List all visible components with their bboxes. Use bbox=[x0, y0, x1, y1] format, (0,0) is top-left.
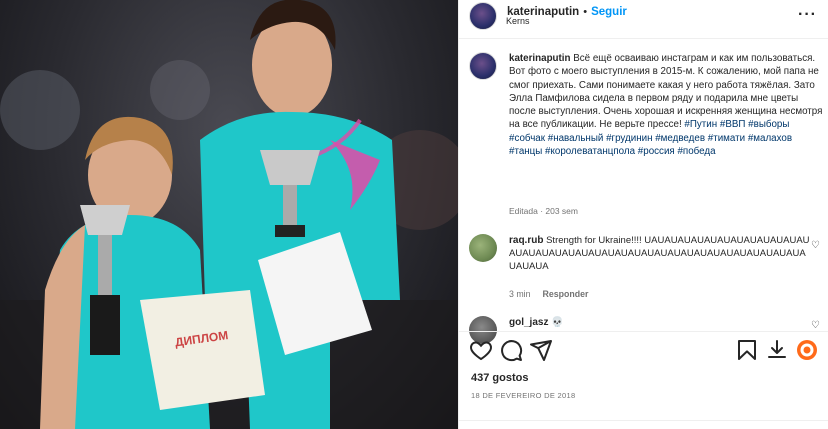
commenter-avatar[interactable] bbox=[469, 234, 497, 262]
heart-icon[interactable] bbox=[469, 338, 493, 362]
divider bbox=[459, 331, 828, 332]
comment-like-heart-icon[interactable]: ♡ bbox=[811, 240, 820, 251]
caption-text-block: katerinaputin Всё ещё осваиваю инстаграм… bbox=[509, 52, 824, 158]
commenter-username[interactable]: raq.rub bbox=[509, 235, 543, 246]
divider bbox=[459, 38, 828, 39]
post-view: ДИПЛОМ katerinaputin • Seguir ··· Kerns … bbox=[0, 0, 828, 429]
bookmark-icon[interactable] bbox=[735, 338, 759, 362]
reply-button[interactable]: Responder bbox=[543, 289, 589, 299]
edited-timestamp: Editada · 203 sem bbox=[509, 206, 578, 216]
download-icon[interactable] bbox=[765, 338, 789, 362]
comment-time: 3 min bbox=[509, 289, 531, 299]
photo-illustration: ДИПЛОМ bbox=[0, 0, 458, 429]
comment-like-heart-icon[interactable]: ♡ bbox=[811, 320, 820, 331]
share-icon[interactable] bbox=[529, 338, 553, 362]
post-date[interactable]: 18 DE FEVEREIRO DE 2018 bbox=[471, 391, 575, 400]
caption-avatar[interactable] bbox=[469, 52, 497, 80]
like-count[interactable]: 437 gostos bbox=[471, 372, 528, 384]
comment-body: Strength for Ukraine!!!! UAUAUAUAUAUAUAU… bbox=[509, 235, 810, 273]
post-photo[interactable]: ДИПЛОМ bbox=[0, 0, 458, 429]
follow-button[interactable]: Seguir bbox=[591, 6, 627, 18]
post-location[interactable]: Kerns bbox=[506, 16, 530, 26]
header-separator: • bbox=[583, 6, 588, 18]
extension-icon[interactable] bbox=[795, 338, 819, 362]
comment-text-block: raq.rub Strength for Ukraine!!!! UAUAUAU… bbox=[509, 234, 811, 274]
author-avatar[interactable] bbox=[469, 2, 497, 30]
comment-item: raq.rub Strength for Ukraine!!!! UAUAUAU… bbox=[469, 234, 824, 274]
caption-username[interactable]: katerinaputin bbox=[509, 53, 571, 64]
add-comment-area[interactable] bbox=[459, 420, 828, 429]
action-bar bbox=[469, 338, 821, 362]
comment-icon[interactable] bbox=[499, 338, 523, 362]
comment-meta: 3 min Responder bbox=[509, 289, 588, 299]
more-options-icon[interactable]: ··· bbox=[798, 6, 817, 24]
commenter-username[interactable]: gol_jasz 💀 bbox=[509, 317, 564, 328]
post-caption: katerinaputin Всё ещё осваиваю инстаграм… bbox=[469, 52, 824, 158]
post-sidebar: katerinaputin • Seguir ··· Kerns katerin… bbox=[458, 0, 828, 429]
